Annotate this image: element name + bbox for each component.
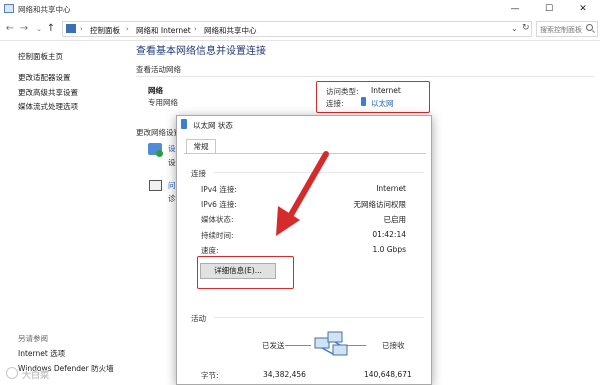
sidebar-link-change-advanced-sharing[interactable]: 更改高级共享设置 [18, 87, 78, 98]
bytes-sent-value: 34,382,456 [263, 370, 306, 379]
change-network-settings-heading: 更改网络设置 [136, 128, 181, 137]
setup-connection-link[interactable]: 设 [168, 143, 176, 154]
window-title: 网络和共享中心 [18, 5, 71, 14]
breadcrumb-separator-icon: › [80, 25, 83, 33]
sidebar-link-internet-options[interactable]: Internet 选项 [18, 348, 65, 359]
tab-general[interactable]: 常规 [186, 139, 216, 154]
address-bar[interactable] [62, 21, 532, 37]
troubleshoot-description: 诊 [168, 194, 176, 203]
search-placeholder: 搜索控制面板 [540, 26, 582, 34]
duration-label: 持续时间: [201, 231, 234, 240]
ethernet-icon [361, 97, 366, 106]
sidebar-link-change-adapter-settings[interactable]: 更改适配器设置 [18, 72, 71, 83]
dialog-title: 以太网 状态 [193, 121, 233, 130]
breadcrumb-network-sharing-center[interactable]: 网络和共享中心 [204, 25, 257, 36]
forward-arrow-icon[interactable]: → [18, 22, 30, 36]
sidebar-link-media-streaming[interactable]: 媒体流式处理选项 [18, 101, 78, 112]
up-arrow-icon[interactable]: ↑ [45, 22, 57, 36]
active-networks-heading: 查看活动网络 [136, 65, 181, 74]
setup-connection-description: 设 [168, 158, 176, 167]
sidebar-link-control-panel-home[interactable]: 控制面板主页 [18, 51, 63, 62]
annotation-arrow-icon [268, 148, 338, 248]
control-panel-icon [66, 24, 76, 33]
ipv4-value: Internet [376, 184, 406, 193]
watermark-text: 大白菜 [22, 371, 50, 381]
minimize-button[interactable]: — [498, 0, 532, 18]
speed-label: 速度: [201, 246, 219, 255]
search-icon[interactable] [586, 24, 593, 31]
access-type-label: 访问类型: [326, 87, 359, 96]
add-badge-icon [156, 150, 163, 157]
sent-label: 已发送 [262, 341, 285, 350]
network-type: 专用网络 [148, 98, 178, 107]
close-button[interactable]: ✕ [566, 0, 600, 18]
speed-value: 1.0 Gbps [372, 245, 406, 254]
breadcrumb-control-panel[interactable]: 控制面板 [90, 25, 120, 36]
maximize-button[interactable]: ☐ [532, 0, 566, 18]
ipv4-label: IPv4 连接: [201, 185, 237, 194]
troubleshoot-icon [149, 180, 162, 191]
recent-locations-chevron-icon[interactable]: ⌄ [33, 22, 45, 36]
address-dropdown-icon[interactable]: ⌄ [511, 24, 518, 33]
see-also-heading: 另请参阅 [18, 334, 48, 343]
received-label: 已接收 [382, 341, 405, 350]
details-button[interactable]: 详细信息(E)... [200, 263, 276, 279]
media-state-label: 媒体状态: [201, 215, 234, 224]
bytes-label: 字节: [201, 371, 219, 380]
breadcrumb-network-internet[interactable]: 网络和 Internet [136, 25, 191, 36]
refresh-icon[interactable]: ↻ [522, 23, 530, 33]
media-state-value: 已启用 [383, 215, 407, 224]
network-name: 网络 [148, 86, 163, 95]
sent-line [285, 345, 311, 346]
access-type-value: Internet [371, 86, 401, 95]
ethernet-connection-link[interactable]: 以太网 [371, 98, 394, 109]
duration-value: 01:42:14 [372, 230, 406, 239]
back-arrow-icon[interactable]: ← [4, 22, 16, 36]
ethernet-icon [181, 119, 187, 129]
breadcrumb-separator-icon: › [194, 25, 197, 33]
divider [136, 76, 594, 77]
watermark-logo-icon [6, 367, 18, 379]
connection-section-heading: 连接 [191, 169, 206, 178]
ipv6-label: IPv6 连接: [201, 200, 237, 209]
page-title: 查看基本网络信息并设置连接 [136, 46, 266, 57]
troubleshoot-link[interactable]: 问 [168, 180, 176, 191]
breadcrumb-separator-icon: › [126, 25, 129, 33]
ipv6-value: 无网络访问权限 [353, 200, 407, 209]
network-center-icon [4, 4, 14, 13]
divider [214, 317, 424, 318]
bytes-received-value: 140,648,671 [364, 370, 412, 379]
connections-label: 连接: [326, 99, 344, 108]
network-activity-icon [313, 330, 353, 360]
activity-section-heading: 活动 [191, 314, 206, 323]
